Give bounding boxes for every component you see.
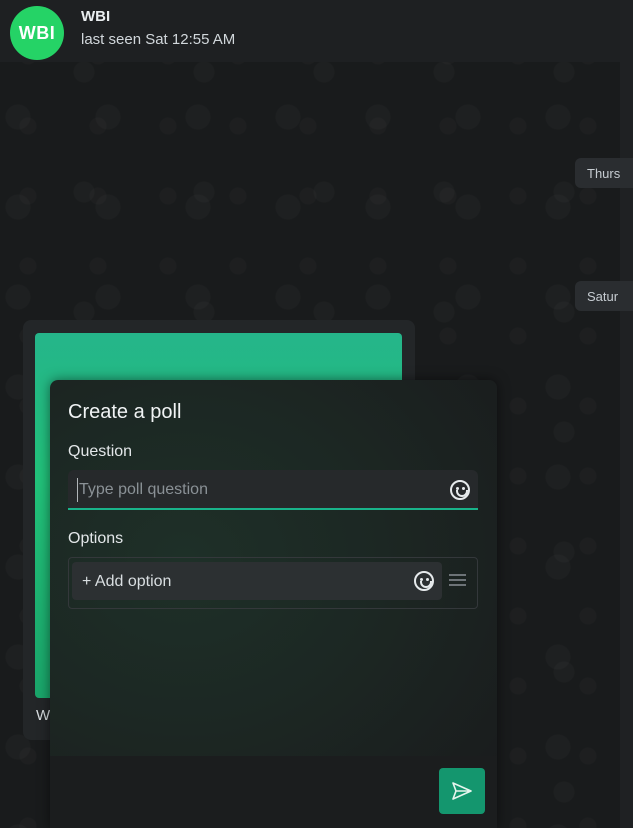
side-panel-edge <box>620 0 633 828</box>
send-icon <box>452 782 472 800</box>
avatar[interactable]: WBI <box>10 6 64 60</box>
last-seen-status: last seen Sat 12:55 AM <box>81 31 236 48</box>
poll-question-input[interactable] <box>77 478 437 502</box>
smiley-icon[interactable] <box>414 571 434 591</box>
poll-dialog-footer <box>50 756 497 828</box>
chat-window: WBI WBI last seen Sat 12:55 AM Thurs Sat… <box>0 0 633 828</box>
options-label: Options <box>68 530 124 547</box>
chat-header[interactable]: WBI WBI last seen Sat 12:55 AM <box>0 0 620 62</box>
options-list <box>68 557 478 609</box>
create-poll-dialog: Create a poll Question Options <box>50 380 497 828</box>
contact-name[interactable]: WBI <box>81 8 110 25</box>
question-field[interactable] <box>68 470 478 510</box>
add-option-input[interactable] <box>82 571 402 593</box>
poll-dialog-title: Create a poll <box>68 401 182 423</box>
message-caption: W <box>36 707 51 724</box>
question-label: Question <box>68 443 133 460</box>
smiley-icon[interactable] <box>450 480 470 500</box>
date-chip-thursday: Thurs <box>575 158 633 188</box>
option-field[interactable] <box>72 562 442 600</box>
drag-handle-icon[interactable] <box>449 574 466 586</box>
send-button[interactable] <box>439 768 485 814</box>
date-chip-saturday: Satur <box>575 281 633 311</box>
